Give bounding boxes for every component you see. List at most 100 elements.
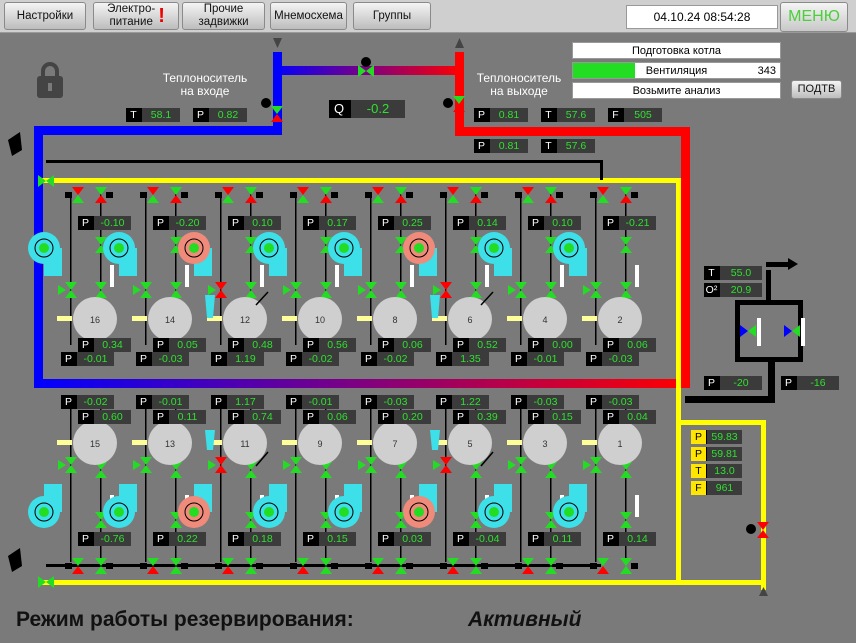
bus-valve-right-icon[interactable] (170, 187, 182, 203)
flow-arrow-icon (583, 460, 591, 470)
lower-boiler-13: 13 (103, 400, 192, 574)
burner-valve-icon[interactable] (290, 457, 302, 473)
bus-valve-right-icon[interactable] (470, 187, 482, 203)
return-t-value: 13.0 (707, 464, 742, 478)
unit-line-left (70, 400, 72, 562)
bus-valve-left-icon[interactable] (522, 187, 534, 203)
burner-valve-icon[interactable] (140, 457, 152, 473)
lower-left-valve-icon[interactable] (38, 576, 54, 588)
burner-valve-icon[interactable] (365, 457, 377, 473)
bus-valve-left-icon[interactable] (222, 187, 234, 203)
bus-valve-left-icon[interactable] (597, 187, 609, 203)
bus-valve-left-icon[interactable] (147, 187, 159, 203)
lower-p-bot-3: P 0.11 (528, 532, 581, 546)
bus-valve-right-icon[interactable] (395, 187, 407, 203)
burner-valve-icon[interactable] (590, 282, 602, 298)
bus-valve-right-icon[interactable] (320, 187, 332, 203)
value-key: P (364, 353, 372, 365)
upper-p-top-14-value: -0.20 (169, 216, 206, 230)
bus-valve-left-icon[interactable] (72, 187, 84, 203)
actuator-icon (290, 192, 297, 198)
confirm-button[interactable]: ПОДТВ (791, 80, 842, 99)
unit-line-left (520, 400, 522, 562)
upper-p-low-14-value: -0.03 (152, 352, 189, 366)
exchanger-valve-left-icon[interactable] (740, 325, 756, 337)
side-valve-icon[interactable] (620, 512, 632, 528)
bus-valve-left-icon[interactable] (372, 187, 384, 203)
boiler-number: 10 (315, 315, 325, 325)
bus-valve-left-icon[interactable] (297, 187, 309, 203)
lower-p-bot-5-value: -0.04 (469, 532, 506, 546)
burner-valve-icon[interactable] (515, 457, 527, 473)
valve-top-half (140, 282, 152, 290)
burner-valve-icon[interactable] (215, 282, 227, 298)
bus-valve-right-icon[interactable] (620, 187, 632, 203)
burner-valve-icon[interactable] (65, 282, 77, 298)
side-valve-icon[interactable] (545, 282, 557, 298)
burner-valve-icon[interactable] (590, 457, 602, 473)
boiler-link-icon (57, 440, 72, 445)
bus-valve-right-icon[interactable] (545, 187, 557, 203)
valve-top-half (95, 282, 107, 290)
bus-valve-right-icon[interactable] (620, 558, 632, 574)
lower-p-mid-15: P 0.60 (78, 410, 131, 424)
burner-valve-icon[interactable] (290, 282, 302, 298)
value-key: P (231, 217, 239, 229)
lock-icon[interactable] (37, 62, 63, 98)
burner-valve-icon[interactable] (215, 457, 227, 473)
burner-valve-icon[interactable] (140, 282, 152, 298)
value-key: P (156, 411, 164, 423)
inlet-left-valve-icon[interactable] (38, 175, 54, 187)
valve-top-half (470, 282, 482, 290)
bus-valve-right-icon[interactable] (95, 187, 107, 203)
upper-p-low-16-value: -0.01 (77, 352, 114, 366)
outlet-p2-value: 0.81 (490, 139, 528, 153)
valve-top-half (222, 187, 234, 195)
lower-p-low-13: P -0.01 (136, 395, 189, 409)
flow-value: -0.2 (351, 100, 405, 118)
side-valve-icon[interactable] (620, 237, 632, 253)
boiler-number: 15 (90, 439, 100, 449)
upper-p-mid-8-value: 0.06 (394, 338, 431, 352)
burner-valve-icon[interactable] (440, 457, 452, 473)
exchanger-p-left-value: -20 (720, 376, 762, 390)
bus-valve-right-icon[interactable] (245, 187, 257, 203)
fan-hub-icon (39, 243, 49, 253)
value-key: P (531, 339, 539, 351)
lower-p-bot-7-value: 0.03 (394, 532, 431, 546)
valve-bottom-half (320, 290, 332, 298)
exchanger-valve-right-icon[interactable] (784, 325, 800, 337)
boiler-number: 9 (317, 439, 322, 449)
valve-bottom-half (320, 195, 332, 203)
reserve-mode-label: Режим работы резервирования: (16, 608, 354, 631)
valve-bottom-half (95, 520, 107, 528)
burner-valve-icon[interactable] (365, 282, 377, 298)
side-valve-icon[interactable] (620, 282, 632, 298)
exchanger-o2-box: O² 20.9 (704, 283, 762, 297)
value-key: P (381, 217, 389, 229)
flow-arrow-icon (58, 460, 66, 470)
side-valve-icon[interactable] (320, 282, 332, 298)
exchanger-p-right-box: P -16 (781, 376, 839, 390)
lower-p-bot-15: P -0.76 (78, 532, 131, 546)
burner-valve-icon[interactable] (65, 457, 77, 473)
valve-bottom-half (320, 470, 332, 478)
side-valve-icon[interactable] (395, 282, 407, 298)
burner-valve-icon[interactable] (440, 282, 452, 298)
side-valve-icon[interactable] (95, 282, 107, 298)
value-key: P (231, 411, 239, 423)
side-valve-icon[interactable] (470, 282, 482, 298)
value-key: P (381, 411, 389, 423)
bus-valve-left-icon[interactable] (447, 187, 459, 203)
burner-valve-icon[interactable] (515, 282, 527, 298)
valve-top-half (590, 457, 602, 465)
value-key: P (531, 217, 539, 229)
valve-bottom-half (245, 566, 257, 574)
lower-p-bot-9: P 0.15 (303, 532, 356, 546)
boiler-number: 1 (617, 439, 622, 449)
side-valve-icon[interactable] (245, 282, 257, 298)
upper-p-top-8-value: 0.25 (394, 216, 431, 230)
unit-line-left (145, 400, 147, 562)
side-valve-icon[interactable] (170, 282, 182, 298)
return-valve-icon[interactable] (757, 522, 769, 538)
